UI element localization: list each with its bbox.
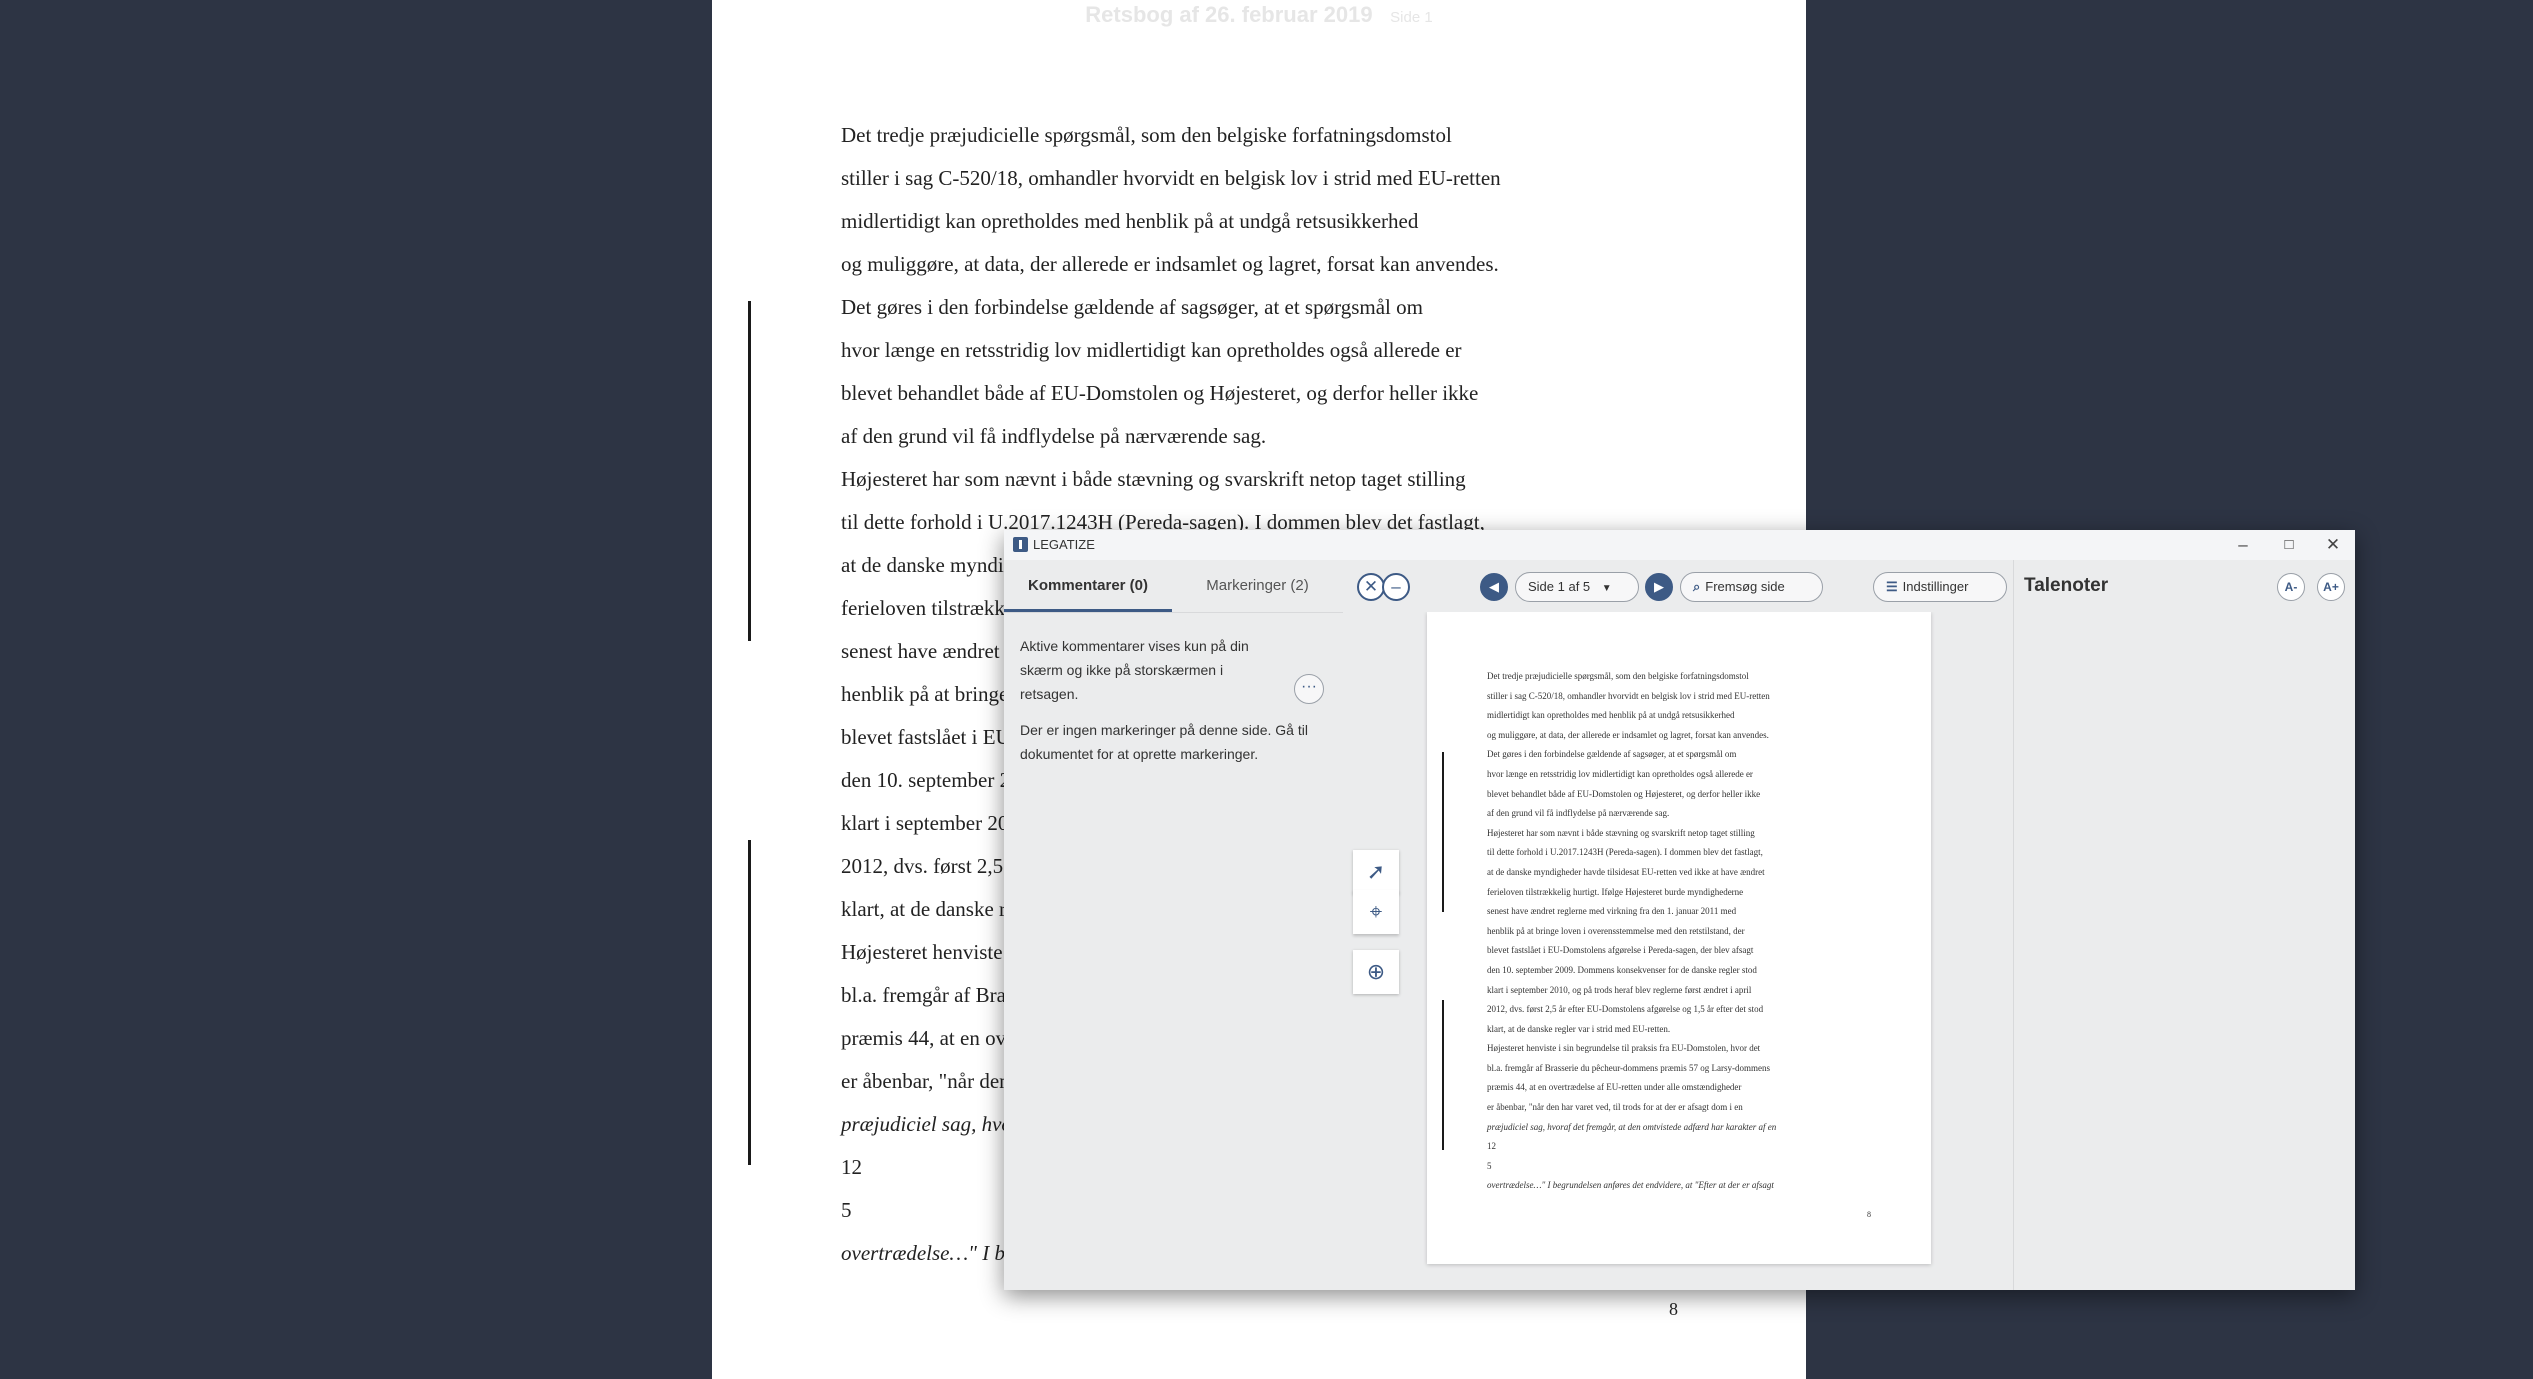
speaker-notes-panel: Talenoter A- A+ [2013,560,2355,1290]
preview-line: henblik på at bringe loven i overensstem… [1487,925,1745,936]
margin-marker [1442,1000,1444,1150]
viewer-toolbar: ✕ – ◀ Side 1 af 5 ▼ ▶ ⌕ Fremsøg side ☰ Ind… [1343,560,2013,612]
preview-line: midlertidigt kan opretholdes med henblik… [1487,710,1735,721]
preview-line: den 10. september 2009. Dommens konsekve… [1487,964,1757,975]
font-smaller-button[interactable]: A- [2277,573,2305,601]
document-header-title: Retsbog af 26. februar 2019 [1085,2,1373,27]
preview-line: 5 [1487,1160,1492,1171]
preview-line: præmis 44, at en overtrædelse af EU-rett… [1487,1082,1742,1093]
title-bar: LEGATIZE – □ ✕ [1004,530,2355,560]
close-circle-icon[interactable]: ✕ [1357,573,1385,601]
next-page-icon[interactable]: ▶ [1645,573,1673,601]
app-logo-icon [1013,537,1028,552]
preview-line: hvor længe en retsstridig lov midlertidi… [1487,768,1753,779]
preview-line: Det tredje præjudicielle spørgsmål, som … [1487,671,1749,681]
document-header-page: Side 1 [1390,9,1433,26]
page-preview-text: Det tredje præjudicielle spørgsmål, som … [1487,667,1776,1196]
tab-markings[interactable]: Markeringer (2) [1172,560,1343,612]
preview-line: Højesteret har som nævnt i både stævning… [1487,827,1755,838]
page-select-label: Side 1 af 5 [1528,579,1591,594]
document-line: blevet behandlet både af EU-Domstolen og… [841,381,1479,405]
app-title: LEGATIZE [1033,537,1095,552]
preview-line: og muliggøre, at data, der allerede er i… [1487,729,1769,740]
preview-line: overtrædelse…" I begrundelsen anføres de… [1487,1180,1774,1191]
preview-line: ferieloven tilstrækkelig hurtigt. Ifølge… [1487,886,1744,897]
document-line: Højesteret har som nævnt i både stævning… [841,467,1466,491]
preview-line: klart i september 2010, og på trods hera… [1487,984,1752,995]
minimize-button[interactable]: – [2223,533,2263,557]
settings-label: Indstillinger [1902,579,1969,594]
no-markings-text: Der er ingen markeringer på denne side. … [1020,722,1308,762]
document-page-number: 8 [1669,1299,1678,1319]
preview-line: er åbenbar, "når den har varet ved, til … [1487,1102,1743,1113]
document-line: stiller i sag C-520/18, omhandler hvorvi… [841,166,1501,190]
search-page-icon: ⌕ [1693,579,1701,594]
divider [1004,612,1343,613]
page-select[interactable]: Side 1 af 5 ▼ [1515,572,1639,602]
settings-button[interactable]: ☰ Indstillinger [1873,572,2007,602]
page-preview-number: 8 [1867,1210,1871,1219]
preview-line: 12 [1487,1141,1496,1152]
preview-line: blevet behandlet både af EU-Domstolen og… [1487,788,1761,799]
preview-line: præjudiciel sag, hvoraf det fremgår, at … [1487,1121,1777,1132]
viewer-tools: ➚ ⌖ ⊕ [1353,850,1399,997]
margin-marker [748,840,751,1165]
document-line: Det tredje præjudicielle spørgsmål, som … [841,123,1452,147]
document-line: hvor længe en retsstridig lov midlertidi… [841,338,1462,362]
margin-marker [1442,752,1444,912]
preview-line: 2012, dvs. først 2,5 år efter EU-Domstol… [1487,1004,1764,1015]
document-line: af den grund vil få indflydelse på nærvæ… [841,424,1267,448]
zoom-page-icon[interactable]: ⊕ [1353,950,1399,994]
crosshair-icon[interactable]: ⌖ [1353,890,1399,934]
tab-comments[interactable]: Kommentarer (0) [1004,560,1172,612]
preview-line: stiller i sag C-520/18, omhandler hvorvi… [1487,690,1770,701]
page-preview: Det tredje præjudicielle spørgsmål, som … [1427,612,1931,1264]
preview-line: til dette forhold i U.2017.1243H (Pereda… [1487,847,1763,858]
preview-line: Højesteret henviste i sin begrundelse ti… [1487,1043,1761,1054]
document-viewer: ➚ ⌖ ⊕ Det tredje præjudicielle spørgsmål… [1343,612,2013,1290]
search-page-button[interactable]: ⌕ Fremsøg side [1680,572,1823,602]
preview-line: Det gøres i den forbindelse gældende af … [1487,749,1737,760]
previous-page-icon[interactable]: ◀ [1480,573,1508,601]
notes-title: Talenoter [2024,575,2109,596]
preview-line: at de danske myndigheder havde tilsidesa… [1487,866,1765,877]
pointer-icon[interactable]: ➚ [1353,850,1399,894]
document-line: Det gøres i den forbindelse gældende af … [841,295,1423,319]
margin-marker [748,301,751,641]
maximize-button[interactable]: □ [2269,533,2309,557]
preview-line: klart, at de danske regler var i strid m… [1487,1023,1671,1034]
comments-panel: Kommentarer (0) Markeringer (2) Aktive k… [1004,560,1343,1290]
legatize-window: LEGATIZE – □ ✕ Kommentarer (0) Markering… [1004,530,2355,1290]
chevron-down-icon: ▼ [1601,583,1612,594]
preview-line: blevet fastslået i EU-Domstolens afgørel… [1487,945,1754,956]
document-line: midlertidigt kan opretholdes med henblik… [841,209,1419,233]
settings-sliders-icon: ☰ [1886,579,1898,594]
document-line: og muliggøre, at data, der allerede er i… [841,252,1499,276]
document-header: Retsbog af 26. februar 2019 Side 1 [712,2,1806,28]
more-options-button[interactable]: ··· [1294,674,1324,704]
minus-circle-icon[interactable]: – [1382,573,1410,601]
preview-line: bl.a. fremgår af Brasserie du pêcheur-do… [1487,1062,1770,1073]
search-page-label: Fremsøg side [1705,579,1785,594]
preview-line: senest have ændret reglerne med virkning… [1487,906,1737,917]
close-window-button[interactable]: ✕ [2313,533,2353,557]
preview-line: af den grund vil få indflydelse på nærvæ… [1487,808,1670,819]
comments-info-text: Aktive kommentarer vises kun på din skær… [1020,638,1249,702]
font-larger-button[interactable]: A+ [2317,573,2345,601]
